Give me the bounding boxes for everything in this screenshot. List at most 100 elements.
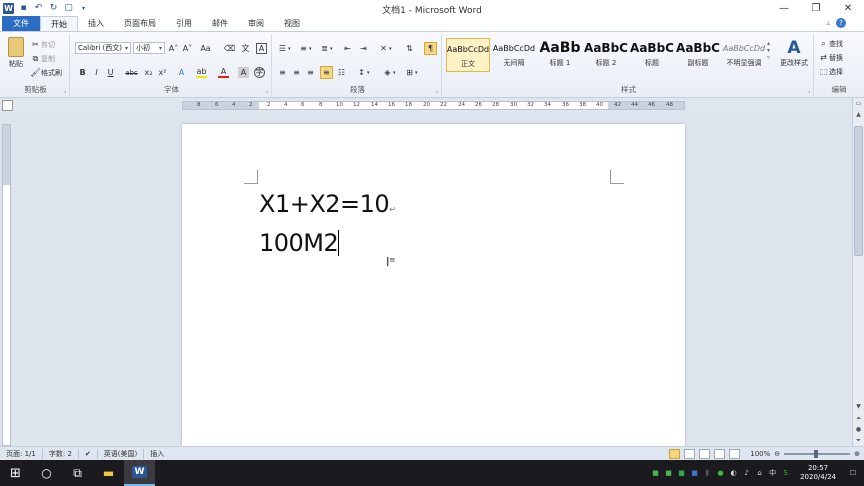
style-title[interactable]: AaBbC 标题 — [630, 38, 674, 72]
document-line[interactable]: 100M2 — [259, 229, 340, 257]
find-button[interactable]: ⌕ 查找 — [818, 38, 843, 49]
borders-button[interactable]: ⊞ ▾ — [404, 67, 417, 78]
previous-page-icon[interactable]: ⏶ — [853, 413, 864, 424]
clear-formatting-button[interactable]: ⌫ — [224, 43, 235, 54]
tab-page-layout[interactable]: 页面布局 — [114, 16, 166, 31]
redo-icon[interactable]: ↻ — [48, 3, 59, 14]
new-document-icon[interactable]: ▢ — [63, 3, 74, 14]
bold-button[interactable]: B — [77, 67, 88, 78]
tray-app-icon[interactable]: ■ — [677, 469, 686, 478]
page[interactable]: X1+X2=10↵ 100M2 I≡ — [182, 124, 685, 454]
align-left-button[interactable]: ≡ — [277, 67, 288, 78]
line-spacing-button[interactable]: ↕ ▾ — [356, 67, 369, 78]
page-count[interactable]: 页面: 1/1 — [0, 448, 43, 459]
word-app-icon[interactable]: W — [3, 2, 14, 14]
italic-button[interactable]: I — [91, 67, 102, 78]
font-name-combo[interactable]: Calibri (西文) ▾ — [75, 42, 131, 54]
show-marks-button[interactable]: ¶ — [424, 42, 437, 55]
restore-icon[interactable]: ❐ — [800, 0, 832, 16]
font-size-combo[interactable]: 小初 ▾ — [133, 42, 165, 54]
styles-launcher-icon[interactable]: ⌟ — [807, 87, 810, 94]
decrease-indent-button[interactable]: ⇤ — [342, 43, 353, 54]
change-styles-button[interactable]: A 更改样式 — [776, 38, 812, 68]
align-center-button[interactable]: ≡ — [291, 67, 302, 78]
strikethrough-button[interactable]: abc — [125, 67, 138, 78]
distributed-button[interactable]: ☷ — [336, 67, 347, 78]
zoom-out-icon[interactable]: ⊖ — [774, 450, 780, 458]
tray-app-icon[interactable]: S — [781, 469, 790, 478]
increase-indent-button[interactable]: ⇥ — [358, 43, 369, 54]
bluetooth-icon[interactable]: ᛒ — [703, 469, 712, 478]
scroll-thumb[interactable] — [854, 126, 863, 256]
clipboard-launcher-icon[interactable]: ⌟ — [63, 87, 66, 94]
ruler-toggle-icon[interactable]: ▭ — [853, 98, 864, 109]
outline-view-button[interactable] — [714, 449, 726, 459]
shrink-font-button[interactable]: A˅ — [182, 43, 193, 54]
word-taskbar-icon[interactable]: W — [124, 460, 155, 486]
close-icon[interactable]: ✕ — [832, 0, 864, 16]
zoom-in-icon[interactable]: ⊕ — [854, 450, 860, 458]
font-launcher-icon[interactable]: ⌟ — [265, 87, 268, 94]
wechat-icon[interactable]: ● — [716, 469, 725, 478]
full-screen-view-button[interactable] — [684, 449, 696, 459]
document-line[interactable]: X1+X2=10↵ — [259, 190, 396, 218]
tray-app-icon[interactable]: ■ — [664, 469, 673, 478]
minimize-icon[interactable]: — — [768, 0, 800, 16]
task-view-icon[interactable]: ⧉ — [62, 460, 93, 486]
superscript-button[interactable]: x² — [157, 67, 168, 78]
style-subtitle[interactable]: AaBbC 副标题 — [676, 38, 720, 72]
grow-font-button[interactable]: A˄ — [168, 43, 179, 54]
numbering-button[interactable]: ≡ ▾ — [298, 43, 311, 54]
cut-button[interactable]: ✂ 剪切 — [30, 39, 55, 50]
customize-qat-icon[interactable]: ▾ — [78, 3, 89, 14]
underline-button[interactable]: U — [105, 67, 116, 78]
select-button[interactable]: ⬚ 选择 — [818, 66, 843, 77]
tab-mailings[interactable]: 邮件 — [202, 16, 238, 31]
shading-button[interactable]: ◈ ▾ — [382, 67, 395, 78]
replace-button[interactable]: ⇄ 替换 — [818, 52, 843, 63]
help-icon[interactable]: ? — [836, 18, 846, 28]
paste-button[interactable]: 粘贴 — [5, 37, 27, 69]
next-page-icon[interactable]: ⏷ — [853, 435, 864, 446]
char-shading-button[interactable]: A — [238, 67, 249, 78]
vertical-ruler[interactable] — [2, 124, 11, 446]
clock[interactable]: 20:57 2020/4/24 — [794, 464, 842, 482]
bullets-button[interactable]: ☰ ▾ — [277, 43, 291, 54]
style-subtle-emphasis[interactable]: AaBbCcDd 不明显强调 — [722, 38, 766, 72]
draft-view-button[interactable] — [729, 449, 741, 459]
tab-insert[interactable]: 插入 — [78, 16, 114, 31]
volume-icon[interactable]: ♪ — [742, 469, 751, 478]
enclose-chars-button[interactable]: 字 — [254, 67, 265, 78]
undo-icon[interactable]: ↶ — [33, 3, 44, 14]
change-case-button[interactable]: Aa — [200, 43, 211, 54]
print-layout-view-button[interactable] — [669, 449, 681, 459]
phonetic-guide-button[interactable]: 文 — [240, 43, 251, 54]
scroll-down-icon[interactable]: ▼ — [853, 401, 864, 412]
tray-app-icon[interactable]: ■ — [690, 469, 699, 478]
notification-icon[interactable]: ☐ — [846, 469, 860, 478]
zoom-slider-knob[interactable] — [814, 450, 819, 458]
tab-references[interactable]: 引用 — [166, 16, 202, 31]
tab-selector[interactable] — [2, 100, 13, 111]
char-border-button[interactable]: A — [256, 43, 267, 54]
subscript-button[interactable]: x₂ — [143, 67, 154, 78]
tray-app-icon[interactable]: ◐ — [729, 469, 738, 478]
copy-button[interactable]: ⧉ 复制 — [30, 53, 55, 64]
search-icon[interactable]: ○ — [31, 460, 62, 486]
save-icon[interactable]: ▪ — [18, 3, 29, 14]
web-layout-view-button[interactable] — [699, 449, 711, 459]
tab-home[interactable]: 开始 — [40, 16, 78, 31]
ruler-bar[interactable]: 8 6 4 2 2 4 6 8 10 12 14 16 18 20 22 24 26 28 30 32 34 36 38 40… — [182, 101, 685, 110]
zoom-level[interactable]: 100% — [750, 450, 770, 458]
sort-button[interactable]: ⇅ — [404, 43, 415, 54]
highlight-button[interactable]: ab — [196, 67, 207, 78]
zoom-slider[interactable] — [784, 450, 851, 458]
chinese-layout-button[interactable]: ✕ ▾ — [378, 43, 391, 54]
horizontal-ruler[interactable]: 8 6 4 2 2 4 6 8 10 12 14 16 18 20 22 24 26 28 30 32 34 36 38 40… — [0, 98, 864, 114]
multilevel-list-button[interactable]: ≣ ▾ — [319, 43, 332, 54]
style-heading-1[interactable]: AaBb 标题 1 — [538, 38, 582, 72]
paragraph-launcher-icon[interactable]: ⌟ — [435, 87, 438, 94]
minimize-ribbon-icon[interactable]: ▵ — [826, 19, 830, 27]
style-normal[interactable]: AaBbCcDd 正文 — [446, 38, 490, 72]
windows-start-icon[interactable]: ⊞ — [0, 460, 31, 486]
